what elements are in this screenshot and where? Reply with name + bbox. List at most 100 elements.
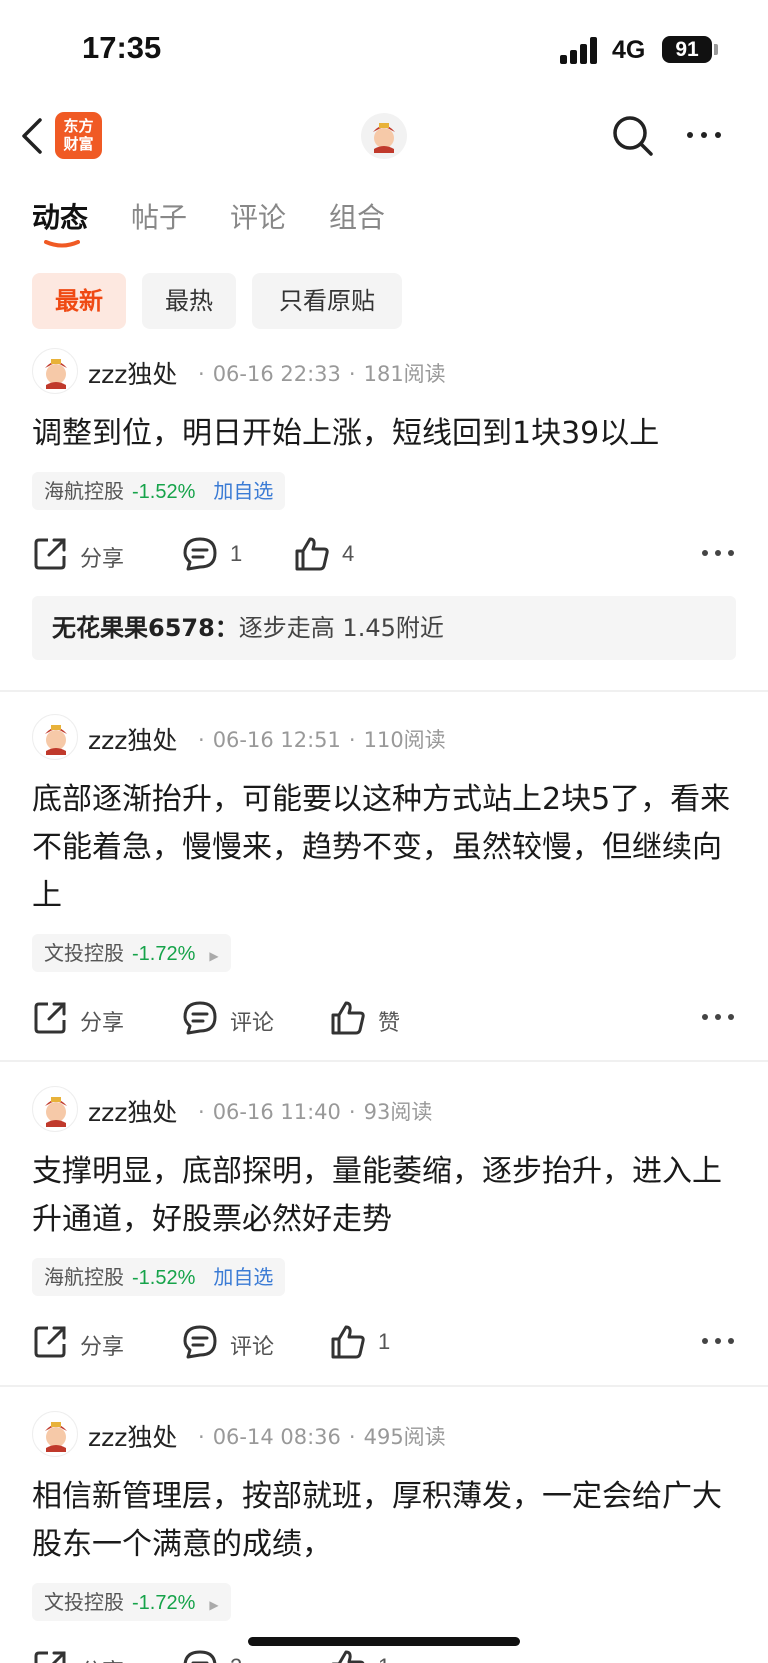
filter-hottest[interactable]: 最热	[142, 273, 236, 329]
post-actions: 分享 评论 赞	[32, 996, 734, 1040]
post-more-icon[interactable]	[700, 548, 736, 558]
battery-cap	[714, 44, 718, 55]
comment-icon	[183, 1650, 217, 1663]
stock-tag[interactable]: 海航控股 -1.52% 加自选	[32, 472, 286, 510]
avatar[interactable]	[32, 714, 78, 760]
tab-underline	[44, 240, 80, 248]
post-actions: 分享 2 1	[32, 1645, 732, 1663]
post-author[interactable]: zzz独处	[88, 1418, 177, 1454]
post-card[interactable]: zzz独处 · 06-16 12:51 · 110阅读 底部逐渐抬升，可能要以这种方式…	[0, 714, 768, 1056]
post-body[interactable]: 相信新管理层，按部就班，厚积薄发，一定会给广大股东一个满意的成绩，	[32, 1473, 738, 1569]
status-bar: 17:35 4G 91	[0, 0, 768, 100]
post-date: 06-16 12:51	[212, 728, 341, 752]
post-author[interactable]: zzz独处	[88, 355, 177, 391]
tab-dynamic[interactable]: 动态	[32, 196, 88, 236]
share-label: 分享	[80, 1334, 125, 1359]
post-body[interactable]: 调整到位，明日开始上涨，短线回到1块39以上	[32, 410, 738, 458]
nav-bar: 东方 财富	[0, 100, 768, 180]
post-divider	[0, 1060, 768, 1062]
post-actions: 分享 评论 1	[32, 1320, 734, 1364]
post-author[interactable]: zzz独处	[88, 1093, 177, 1129]
add-watchlist-button[interactable]: 加自选	[213, 1265, 273, 1289]
post-meta: · 06-14 08:36 · 495阅读	[198, 1425, 446, 1449]
tab-portfolio[interactable]: 组合	[329, 196, 385, 236]
app-logo[interactable]: 东方 财富	[55, 112, 102, 159]
comment-icon	[183, 1325, 217, 1359]
more-icon[interactable]	[684, 122, 724, 148]
stock-tag[interactable]: 海航控股 -1.52% 加自选	[32, 1258, 286, 1296]
post-reads: 181阅读	[363, 362, 446, 386]
comment-icon	[183, 1001, 217, 1035]
post-body[interactable]: 支撑明显，底部探明，量能萎缩，逐步抬升，进入上升通道，好股票必然好走势	[32, 1148, 738, 1244]
thumbs-up-icon	[331, 1001, 365, 1035]
tab-posts[interactable]: 帖子	[131, 196, 187, 236]
battery-icon: 91	[662, 36, 712, 63]
share-label: 分享	[80, 1010, 125, 1035]
post-date: 06-16 11:40	[212, 1100, 341, 1124]
avatar[interactable]	[32, 1086, 78, 1132]
stock-tag[interactable]: 文投控股 -1.72% ▶	[32, 1583, 231, 1621]
share-label: 分享	[80, 546, 125, 571]
stock-change: -1.52%	[132, 481, 196, 503]
comment-count: 2	[230, 1654, 242, 1663]
post-card[interactable]: zzz独处 · 06-16 22:33 · 181阅读 调整到位，明日开始上涨，短线回…	[0, 348, 768, 692]
stock-name: 文投控股	[44, 1590, 124, 1614]
caret-right-icon: ▶	[209, 949, 219, 963]
post-meta: · 06-16 22:33 · 181阅读	[198, 362, 446, 386]
tab-comments[interactable]: 评论	[230, 196, 286, 236]
network-label: 4G	[612, 36, 646, 64]
filter-original-only[interactable]: 只看原贴	[252, 273, 402, 329]
reply-preview[interactable]: 无花果果6578：逐步走高 1.45附近	[32, 596, 736, 660]
logo-text-1: 东方	[63, 117, 94, 135]
post-divider	[0, 1385, 768, 1387]
post-more-icon[interactable]	[700, 1336, 736, 1346]
post-author[interactable]: zzz独处	[88, 721, 177, 757]
stock-change: -1.72%	[132, 1592, 196, 1614]
share-icon	[34, 1002, 66, 1034]
post-reads: 495阅读	[363, 1425, 446, 1449]
filter-newest[interactable]: 最新	[32, 273, 126, 329]
caret-right-icon: ▶	[209, 1598, 219, 1612]
logo-text-2: 财富	[63, 135, 94, 153]
status-time: 17:35	[82, 30, 162, 65]
like-count: 4	[342, 541, 355, 566]
post-more-icon[interactable]	[700, 1012, 736, 1022]
share-icon	[34, 538, 66, 570]
stock-name: 文投控股	[44, 941, 124, 965]
post-reads: 93阅读	[363, 1100, 433, 1124]
share-icon	[34, 1326, 66, 1358]
stock-change: -1.52%	[132, 1267, 196, 1289]
stock-name: 海航控股	[44, 479, 124, 503]
thumbs-up-icon	[331, 1650, 365, 1663]
post-card[interactable]: zzz独处 · 06-14 08:36 · 495阅读 相信新管理层，按部就班，厚积薄…	[0, 1411, 768, 1663]
post-card[interactable]: zzz独处 · 06-16 11:40 · 93阅读 支撑明显，底部探明，量能萎缩，逐…	[0, 1086, 768, 1386]
post-header: zzz独处 · 06-16 22:33 · 181阅读	[32, 348, 732, 394]
stock-name: 海航控股	[44, 1265, 124, 1289]
user-avatar[interactable]	[361, 113, 407, 159]
like-label: 赞	[378, 1010, 401, 1035]
comment-icon	[183, 537, 217, 571]
thumbs-up-icon	[331, 1325, 365, 1359]
post-body[interactable]: 底部逐渐抬升，可能要以这种方式站上2块5了，看来不能着急，慢慢来，趋势不变，虽然…	[32, 776, 738, 920]
stock-tag[interactable]: 文投控股 -1.72% ▶	[32, 934, 231, 972]
share-icon	[34, 1651, 66, 1663]
add-watchlist-button[interactable]: 加自选	[213, 479, 273, 503]
back-icon[interactable]	[18, 114, 48, 158]
post-divider	[0, 690, 768, 692]
like-count: 1	[378, 1654, 390, 1663]
post-date: 06-16 22:33	[212, 362, 341, 386]
comment-label: 评论	[230, 1010, 275, 1035]
search-icon[interactable]	[610, 113, 656, 159]
post-header: zzz独处 · 06-16 12:51 · 110阅读	[32, 714, 732, 760]
post-meta: · 06-16 12:51 · 110阅读	[198, 728, 446, 752]
comment-label: 评论	[230, 1334, 275, 1359]
avatar[interactable]	[32, 348, 78, 394]
avatar[interactable]	[32, 1411, 78, 1457]
thumbs-up-icon	[295, 537, 329, 571]
post-meta: · 06-16 11:40 · 93阅读	[198, 1100, 433, 1124]
home-indicator[interactable]	[248, 1637, 520, 1646]
post-actions: 分享 1 4	[32, 532, 734, 576]
stock-change: -1.72%	[132, 943, 196, 965]
comment-count: 1	[230, 541, 243, 566]
reply-author[interactable]: 无花果果6578：	[52, 614, 239, 642]
